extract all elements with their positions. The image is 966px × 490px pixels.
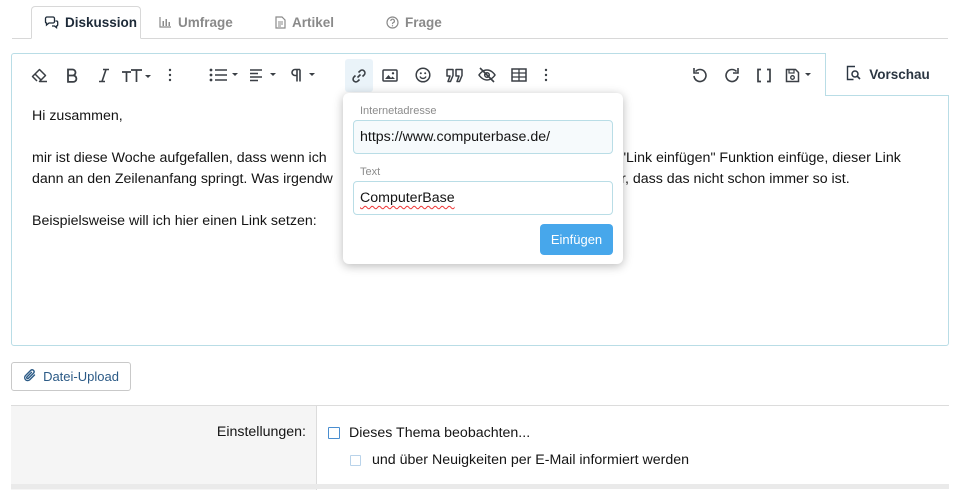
- settings-label: Einstellungen:: [216, 424, 306, 440]
- tab-frage[interactable]: Frage: [386, 6, 442, 38]
- tab-label: Diskussion: [65, 15, 138, 30]
- preview-search-icon: [845, 65, 861, 84]
- image-icon[interactable]: [379, 64, 401, 86]
- preview-label: Vorschau: [869, 66, 930, 82]
- hide-icon[interactable]: [475, 64, 499, 86]
- undo-icon[interactable]: [689, 64, 711, 86]
- bbcode-brackets-icon[interactable]: [753, 64, 775, 86]
- link-text-value: ComputerBase: [360, 190, 455, 206]
- body-line-2-right: r, dass das nicht schon immer so ist.: [621, 171, 850, 187]
- text-size-icon[interactable]: [120, 64, 152, 86]
- tab-umfrage[interactable]: Umfrage: [159, 6, 233, 38]
- preview-button[interactable]: Vorschau: [825, 53, 949, 96]
- eraser-icon[interactable]: [29, 64, 51, 86]
- text-label: Text: [360, 166, 381, 178]
- italic-icon[interactable]: [94, 64, 114, 86]
- editor-toolbar: Vorschau: [12, 53, 949, 96]
- tab-label: Frage: [405, 14, 442, 30]
- upload-label: Datei-Upload: [43, 369, 119, 384]
- email-notify-label: und über Neuigkeiten per E-Mail informie…: [372, 452, 690, 468]
- url-label: Internetadresse: [360, 105, 437, 117]
- body-line-2-left: dann an den Zeilenanfang springt. Was ir…: [32, 171, 333, 187]
- smiley-icon[interactable]: [412, 64, 434, 86]
- link-icon[interactable]: [345, 59, 373, 92]
- file-upload-button[interactable]: Datei-Upload: [11, 362, 131, 391]
- bar-chart-icon: [159, 16, 172, 28]
- url-field[interactable]: https://www.computerbase.de/: [353, 120, 613, 154]
- tab-label: Artikel: [292, 14, 335, 30]
- table-icon[interactable]: [508, 64, 530, 86]
- body-line-1-right: "Link einfügen" Funktion einfüge, dieser…: [621, 150, 901, 166]
- list-icon[interactable]: [208, 64, 240, 86]
- insert-link-popup: Internetadresse https://www.computerbase…: [343, 93, 623, 264]
- insert-button[interactable]: Einfügen: [540, 224, 613, 255]
- paperclip-icon: [23, 368, 37, 386]
- email-notify-checkbox[interactable]: [350, 454, 361, 466]
- settings-label-cell: Einstellungen:: [11, 406, 317, 490]
- link-text-field[interactable]: ComputerBase: [353, 181, 613, 215]
- bottom-divider: [11, 484, 949, 489]
- watch-thread-label: Dieses Thema beobachten...: [349, 425, 531, 441]
- tab-diskussion[interactable]: Diskussion: [31, 6, 141, 39]
- save-draft-icon[interactable]: [783, 64, 815, 86]
- more-dots-icon[interactable]: [165, 64, 175, 86]
- tab-artikel[interactable]: Artikel: [275, 6, 334, 38]
- body-line-1-left: mir ist diese Woche aufgefallen, dass we…: [32, 150, 331, 166]
- post-type-tabs: Diskussion Umfrage Artikel Frage: [12, 0, 948, 39]
- more-dots-icon[interactable]: [541, 64, 551, 86]
- align-icon[interactable]: [248, 64, 280, 86]
- speech-bubbles-icon: [44, 16, 59, 29]
- tab-label: Umfrage: [178, 14, 233, 30]
- quote-icon[interactable]: [443, 64, 467, 86]
- paragraph-icon[interactable]: [290, 64, 318, 86]
- redo-icon[interactable]: [721, 64, 743, 86]
- settings-row: Einstellungen: Dieses Thema beobachten..…: [11, 405, 949, 490]
- bold-icon[interactable]: [62, 64, 82, 86]
- email-notify-option[interactable]: und über Neuigkeiten per E-Mail informie…: [350, 452, 689, 468]
- document-icon: [275, 15, 286, 29]
- question-circle-icon: [386, 15, 399, 29]
- watch-thread-option[interactable]: Dieses Thema beobachten...: [328, 425, 530, 441]
- watch-thread-checkbox[interactable]: [328, 427, 340, 439]
